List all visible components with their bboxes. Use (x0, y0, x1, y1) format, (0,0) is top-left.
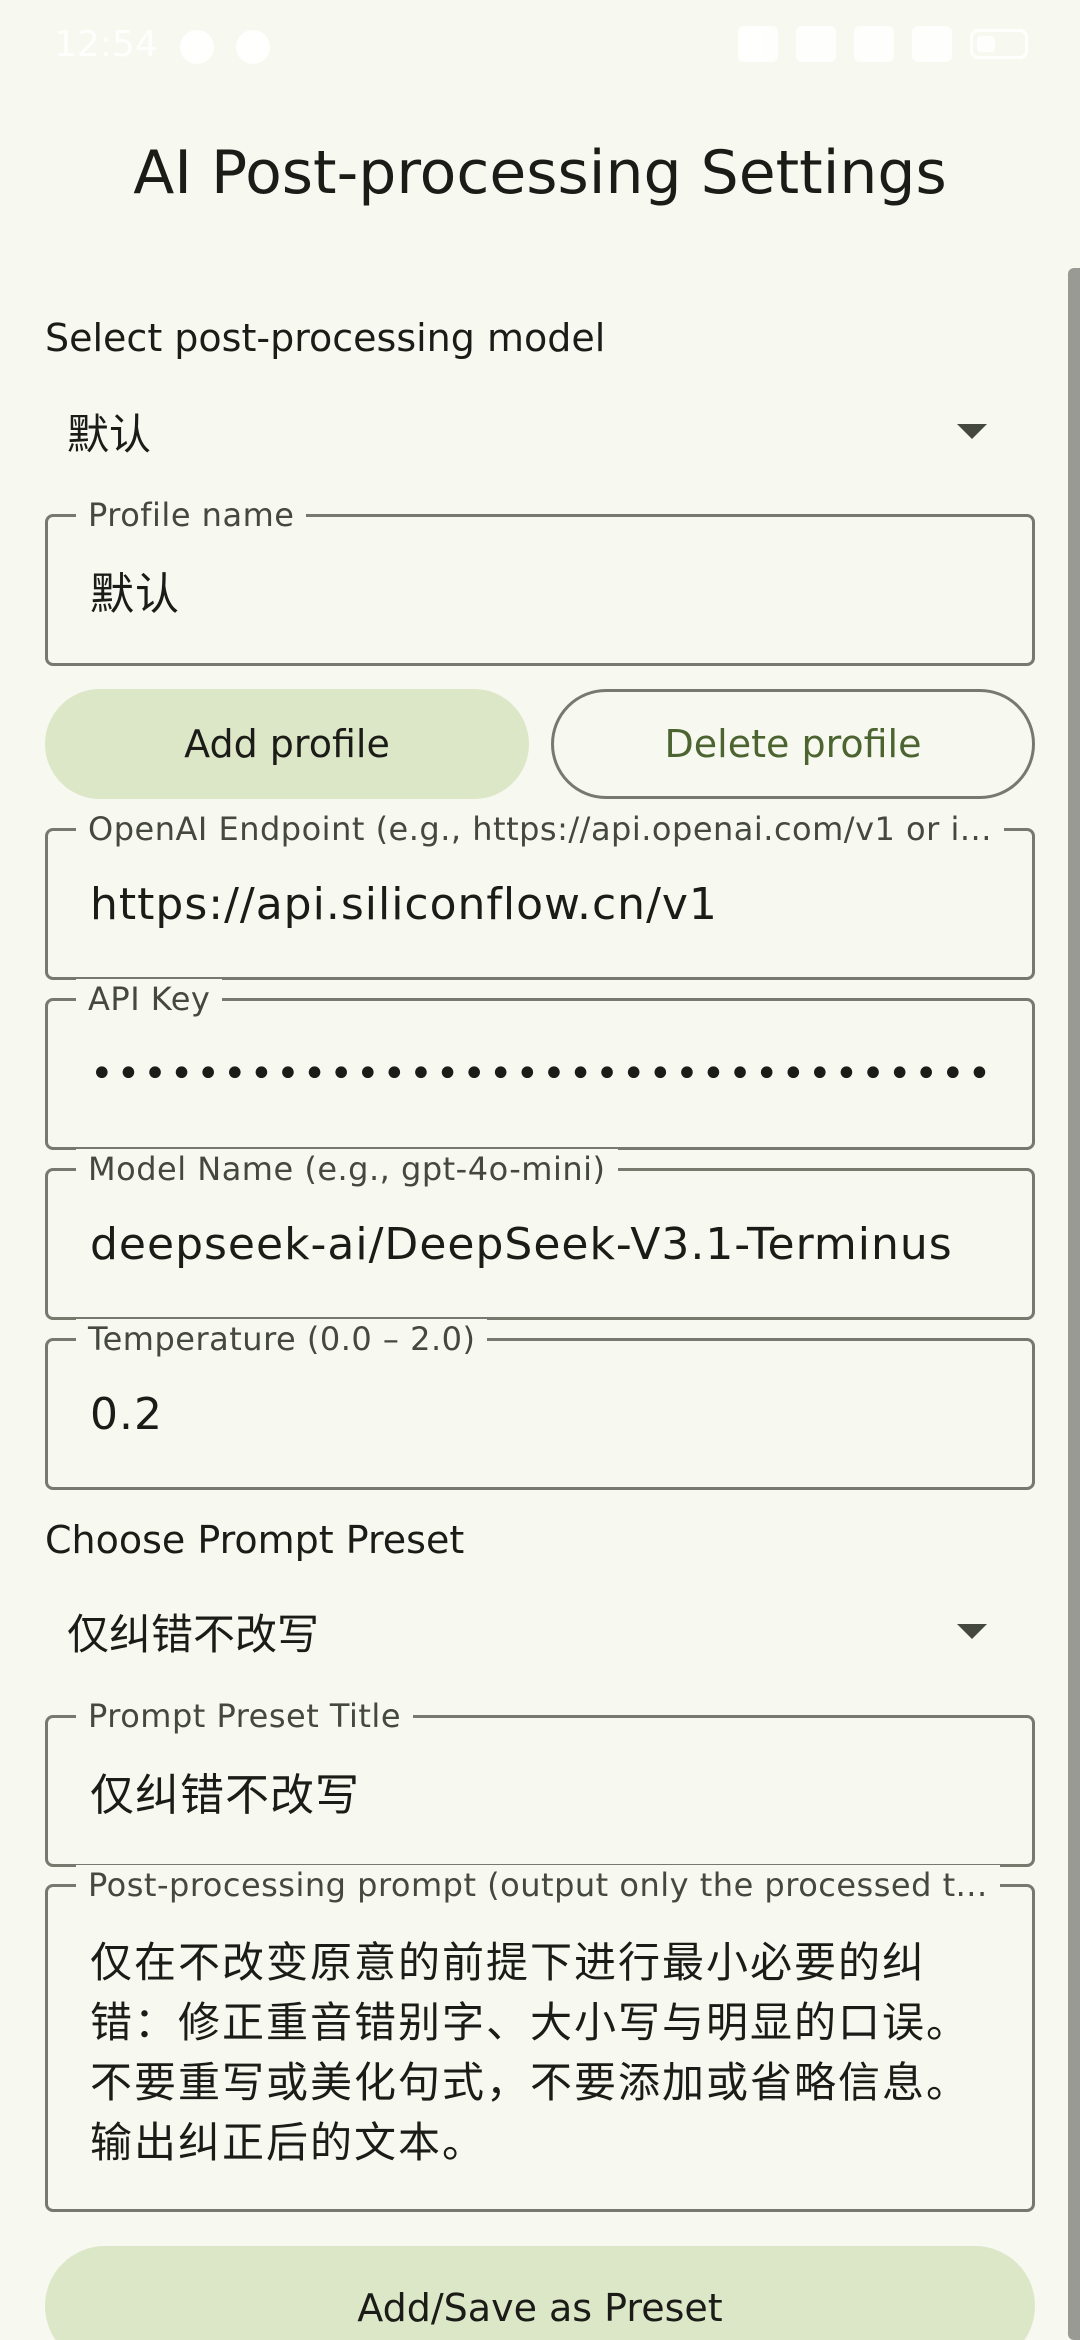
battery-icon (970, 29, 1028, 59)
prompt-field[interactable]: Post-processing prompt (output only the … (45, 1865, 1035, 2212)
dropdown-arrow-icon (957, 1624, 987, 1639)
preset-section-label: Choose Prompt Preset (45, 1518, 465, 1562)
cellular-icon (912, 26, 952, 62)
save-preset-button[interactable]: Add/Save as Preset (45, 2246, 1035, 2340)
temperature-input[interactable]: 0.2 (90, 1341, 992, 1487)
bluetooth-icon (796, 26, 836, 62)
page-title: AI Post-processing Settings (133, 138, 947, 208)
profile-name-field[interactable]: Profile name 默认 (45, 495, 1035, 666)
api-key-input[interactable]: ••••••••••••••••••••••••••••••••••••••••… (90, 1001, 992, 1147)
endpoint-field[interactable]: OpenAI Endpoint (e.g., https://api.opena… (45, 809, 1035, 980)
endpoint-input[interactable]: https://api.siliconflow.cn/v1 (90, 831, 992, 977)
preset-title-input[interactable]: 仅纠错不改写 (90, 1718, 992, 1864)
add-profile-button[interactable]: Add profile (45, 689, 529, 799)
settings-screen: 12:54 AI Post-processing Settings Select… (0, 0, 1080, 2340)
model-dropdown-value: 默认 (67, 409, 152, 459)
api-key-field[interactable]: API Key ••••••••••••••••••••••••••••••••… (45, 979, 1035, 1150)
status-time: 12:54 (54, 24, 158, 65)
preset-dropdown-value: 仅纠错不改写 (67, 1609, 320, 1659)
profile-name-input[interactable]: 默认 (90, 517, 992, 663)
dropdown-arrow-icon (957, 424, 987, 439)
wifi-icon (854, 26, 894, 62)
scrollbar[interactable] (1068, 268, 1080, 2340)
preset-title-field[interactable]: Prompt Preset Title 仅纠错不改写 (45, 1696, 1035, 1867)
model-name-field[interactable]: Model Name (e.g., gpt-4o-mini) deepseek-… (45, 1149, 1035, 1320)
preset-dropdown[interactable]: 仅纠错不改写 (45, 1586, 1035, 1676)
notification-icon (180, 30, 214, 64)
model-name-input[interactable]: deepseek-ai/DeepSeek-V3.1-Terminus (90, 1171, 992, 1317)
prompt-textarea[interactable]: 仅在不改变原意的前提下进行最小必要的纠错：修正重音错别字、大小写与明显的口误。不… (90, 1887, 992, 2209)
model-section-label: Select post-processing model (45, 316, 606, 360)
signal-icon (738, 26, 778, 62)
status-bar: 12:54 (0, 0, 1080, 92)
temperature-field[interactable]: Temperature (0.0 – 2.0) 0.2 (45, 1319, 1035, 1490)
system-icons (738, 26, 1028, 62)
delete-profile-button[interactable]: Delete profile (551, 689, 1035, 799)
model-dropdown[interactable]: 默认 (45, 386, 1035, 476)
notification-icon (236, 30, 270, 64)
